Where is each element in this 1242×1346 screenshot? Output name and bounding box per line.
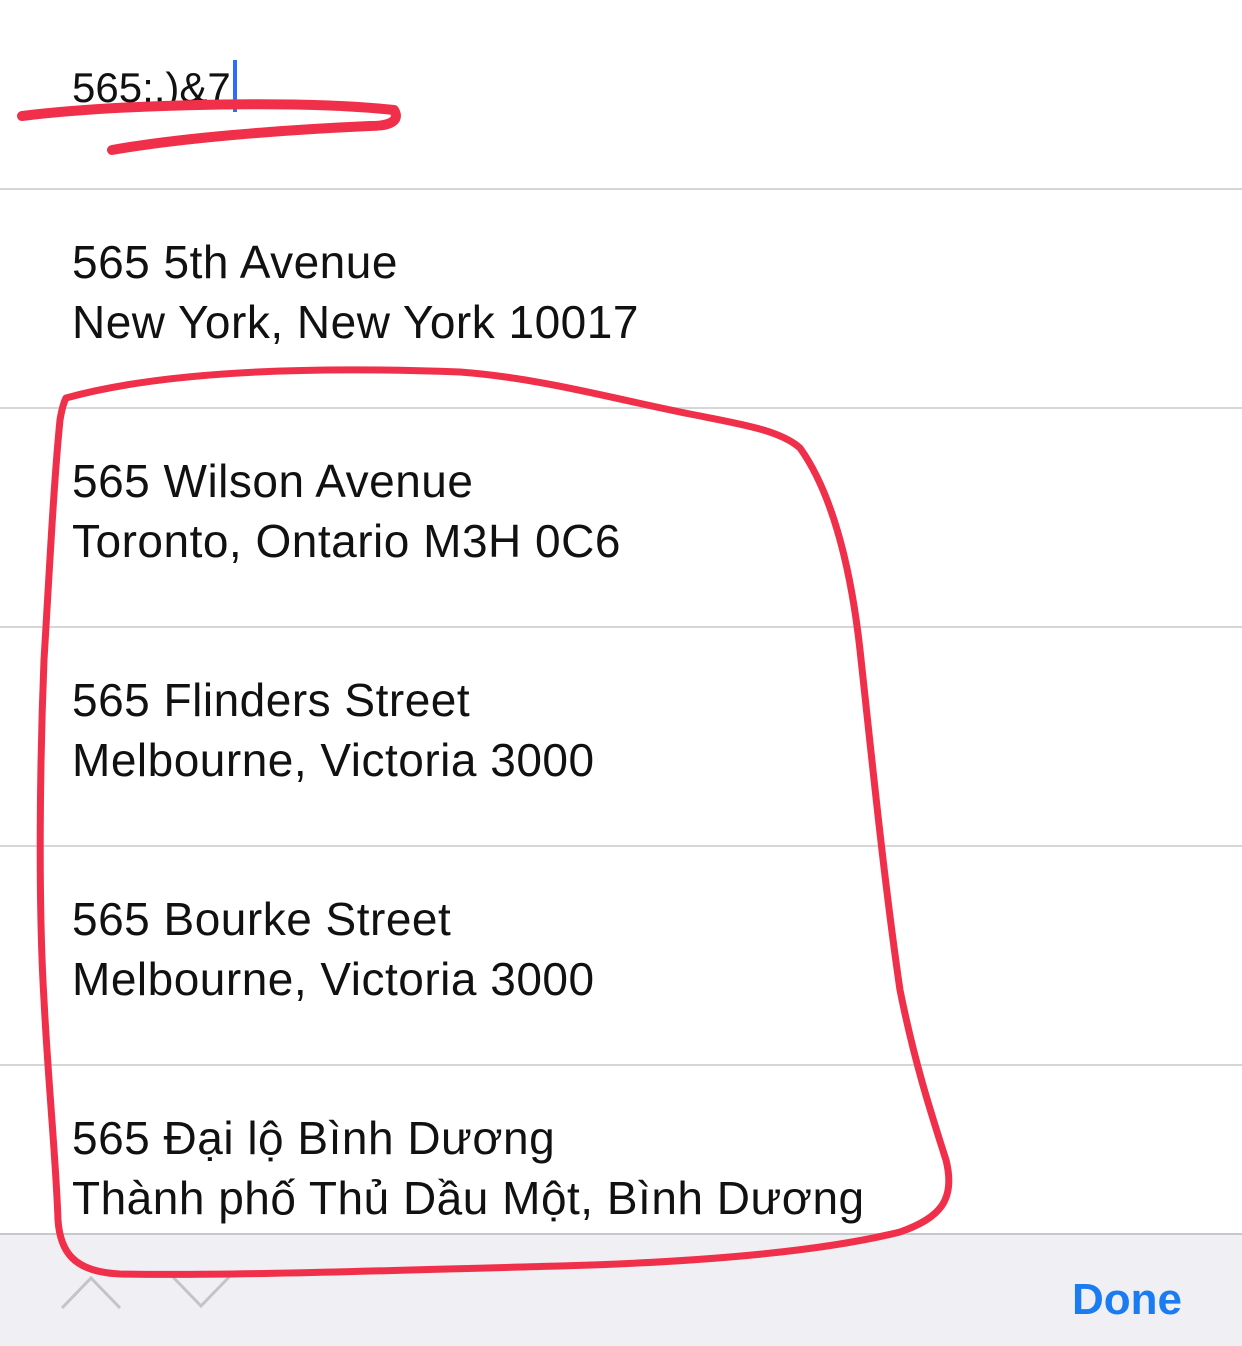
suggestion-item[interactable]: 565 Flinders Street Melbourne, Victoria …	[0, 628, 1242, 847]
suggestion-street: 565 Đại lộ Bình Dương	[72, 1112, 556, 1164]
address-input-row[interactable]: 565;,)&7	[0, 0, 1242, 190]
suggestion-city: Melbourne, Victoria 3000	[72, 734, 595, 786]
chevron-up-icon	[60, 1275, 122, 1310]
suggestion-item[interactable]: 565 5th Avenue New York, New York 10017	[0, 190, 1242, 409]
address-input[interactable]: 565;,)&7	[72, 60, 237, 115]
suggestion-item[interactable]: 565 Bourke Street Melbourne, Victoria 30…	[0, 847, 1242, 1066]
suggestion-city: New York, New York 10017	[72, 296, 639, 348]
address-input-value: 565;,)&7	[72, 64, 231, 111]
suggestion-street: 565 Flinders Street	[72, 674, 471, 726]
previous-field-button[interactable]	[56, 1269, 126, 1315]
suggestion-street: 565 Wilson Avenue	[72, 455, 474, 507]
text-caret	[232, 60, 237, 112]
suggestion-city: Toronto, Ontario M3H 0C6	[72, 515, 621, 567]
suggestion-city: Thành phố Thủ Dầu Một, Bình Dương	[72, 1172, 865, 1224]
chevron-down-icon	[170, 1274, 232, 1309]
suggestion-city: Melbourne, Victoria 3000	[72, 953, 595, 1005]
suggestion-list: 565 5th Avenue New York, New York 10017 …	[0, 190, 1242, 1266]
suggestion-street: 565 Bourke Street	[72, 893, 452, 945]
next-field-button[interactable]	[166, 1269, 236, 1315]
suggestion-street: 565 5th Avenue	[72, 236, 398, 288]
done-button[interactable]: Done	[1072, 1275, 1182, 1325]
keyboard-accessory-toolbar: Done	[0, 1233, 1242, 1346]
suggestion-item[interactable]: 565 Wilson Avenue Toronto, Ontario M3H 0…	[0, 409, 1242, 628]
